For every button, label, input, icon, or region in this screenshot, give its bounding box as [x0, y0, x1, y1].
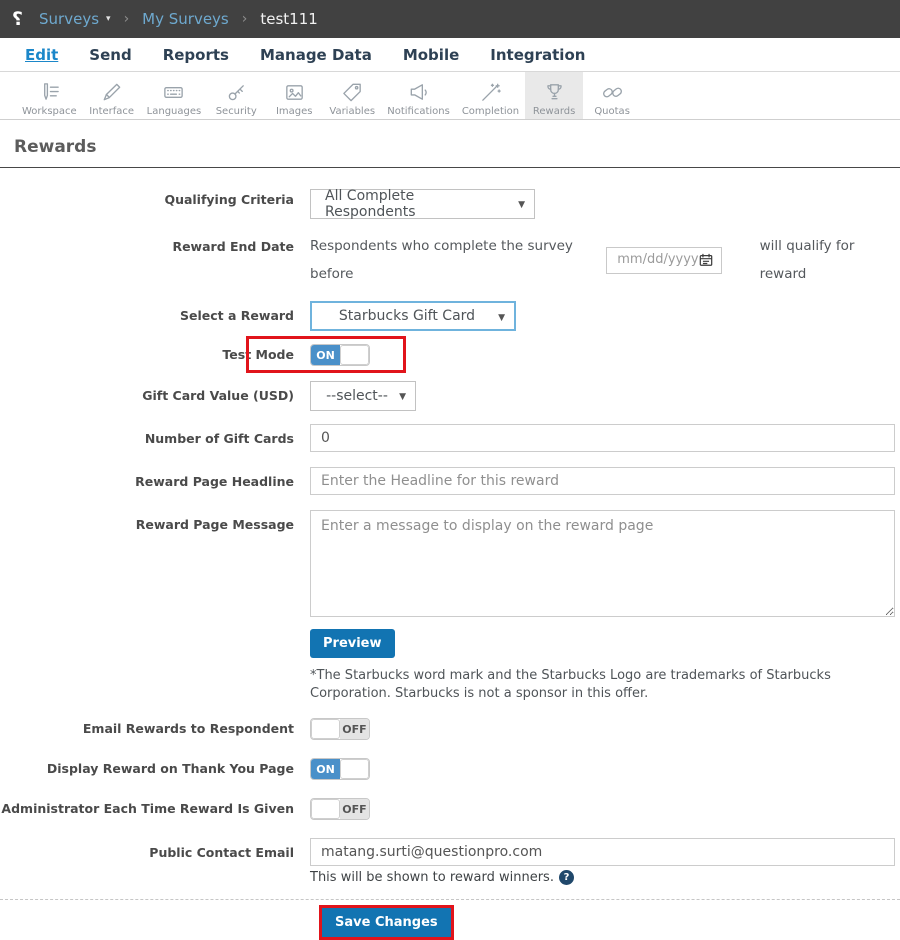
breadcrumb-separator: ›: [123, 11, 130, 27]
qualifying-criteria-row: Qualifying Criteria All Complete Respond…: [0, 185, 900, 220]
reward-end-date-row: Reward End Date Respondents who complete…: [0, 232, 900, 288]
email-rewards-label: Email Rewards to Respondent: [82, 721, 294, 737]
headline-row: Reward Page Headline: [0, 467, 900, 497]
toggle-knob: [340, 759, 369, 780]
menu-item-mobile[interactable]: Mobile: [403, 46, 459, 64]
tab-images[interactable]: Images: [265, 72, 323, 119]
tab-rewards[interactable]: Rewards: [525, 72, 584, 119]
end-date-prefix-text: Respondents who complete the survey befo…: [310, 238, 573, 282]
breadcrumb-my-surveys[interactable]: My Surveys: [142, 10, 229, 28]
completion-icon: [482, 83, 501, 101]
select-reward-row: Select a Reward Starbucks Gift Card ▼: [0, 301, 900, 331]
breadcrumb-surveys[interactable]: Surveys: [39, 10, 99, 28]
public-email-row: Public Contact Email This will be shown …: [0, 838, 900, 886]
select-reward-select[interactable]: Starbucks Gift Card ▼: [310, 301, 516, 331]
menu-item-integration[interactable]: Integration: [490, 46, 585, 64]
test-mode-row: Test Mode ON: [0, 336, 900, 373]
save-changes-button[interactable]: Save Changes: [322, 908, 451, 938]
questionpro-logo-icon[interactable]: ?: [12, 8, 23, 30]
public-email-input[interactable]: [310, 838, 895, 867]
settings-toolbar: Workspace Interface Languages Security I…: [0, 72, 900, 120]
message-textarea[interactable]: [310, 510, 895, 617]
menu-bar: Edit Send Reports Manage Data Mobile Int…: [0, 38, 900, 72]
num-gift-cards-input[interactable]: [310, 424, 895, 452]
public-email-help-text: This will be shown to reward winners.: [310, 870, 554, 886]
quotas-icon: [602, 87, 622, 98]
tab-security[interactable]: Security: [207, 72, 265, 119]
message-row: Reward Page Message: [0, 510, 900, 621]
end-date-suffix-text: will qualify for reward: [759, 238, 855, 282]
display-reward-label: Display Reward on Thank You Page: [46, 761, 294, 777]
help-icon[interactable]: ?: [558, 870, 574, 886]
tab-quotas[interactable]: Quotas: [583, 72, 641, 119]
gift-card-value-label: Gift Card Value (USD): [142, 388, 294, 403]
display-reward-row: Display Reward on Thank You Page ON: [0, 758, 900, 781]
end-date-input[interactable]: mm/dd/yyyy: [606, 246, 722, 274]
security-icon: [228, 85, 244, 101]
notifications-icon: [410, 84, 427, 100]
public-email-label: Public Contact Email: [149, 845, 294, 861]
dropdown-caret-icon: ▼: [518, 200, 525, 210]
toggle-knob: [311, 719, 340, 740]
starbucks-disclaimer-text: *The Starbucks word mark and the Starbuc…: [310, 668, 831, 701]
page-title: Rewards: [14, 137, 97, 157]
annotation-box-save: Save Changes: [319, 905, 454, 940]
chevron-down-icon[interactable]: ▾: [106, 14, 111, 24]
qualifying-criteria-select[interactable]: All Complete Respondents ▼: [310, 188, 535, 220]
display-reward-toggle[interactable]: ON: [310, 758, 370, 781]
reward-end-date-label: Reward End Date: [172, 239, 294, 254]
variables-icon: [342, 83, 361, 102]
images-icon: [285, 85, 303, 100]
disclaimer-row: *The Starbucks word mark and the Starbuc…: [0, 667, 900, 702]
tab-languages[interactable]: Languages: [141, 72, 208, 119]
headline-input[interactable]: [310, 467, 895, 495]
interface-icon: [103, 83, 121, 101]
gift-card-value-row: Gift Card Value (USD) --select-- ▼: [0, 381, 900, 411]
languages-icon: [164, 87, 184, 98]
tab-interface[interactable]: Interface: [83, 72, 141, 119]
tab-variables[interactable]: Variables: [323, 72, 381, 119]
qualifying-criteria-label: Qualifying Criteria: [164, 192, 294, 207]
headline-label: Reward Page Headline: [135, 474, 294, 489]
gift-card-value-select[interactable]: --select-- ▼: [310, 381, 416, 411]
menu-item-manage-data[interactable]: Manage Data: [260, 46, 372, 64]
email-admin-row: Email Survey Administrator Each Time Rew…: [0, 798, 900, 821]
top-bar: ? Surveys ▾ › My Surveys › test111: [0, 0, 900, 38]
toggle-knob: [340, 345, 369, 365]
tab-notifications[interactable]: Notifications: [381, 72, 456, 119]
menu-item-reports[interactable]: Reports: [163, 46, 229, 64]
toggle-knob: [311, 799, 340, 820]
calendar-icon[interactable]: [699, 253, 713, 267]
tab-completion[interactable]: Completion: [456, 72, 525, 119]
select-reward-label: Select a Reward: [180, 308, 294, 323]
email-rewards-toggle[interactable]: OFF: [310, 718, 370, 741]
tab-workspace[interactable]: Workspace: [16, 72, 83, 119]
email-admin-toggle[interactable]: OFF: [310, 798, 370, 821]
test-mode-label: Test Mode: [222, 347, 294, 362]
breadcrumb-separator: ›: [241, 11, 248, 27]
dropdown-caret-icon: ▼: [498, 313, 505, 323]
num-gift-cards-label: Number of Gift Cards: [144, 431, 294, 446]
breadcrumb-survey-name: test111: [260, 10, 318, 28]
test-mode-toggle[interactable]: ON: [310, 344, 370, 366]
email-admin-label: Email Survey Administrator Each Time Rew…: [0, 801, 294, 817]
email-rewards-row: Email Rewards to Respondent OFF: [0, 718, 900, 741]
rewards-form: Qualifying Criteria All Complete Respond…: [0, 168, 900, 940]
preview-row: Preview: [0, 629, 900, 658]
menu-item-edit[interactable]: Edit: [25, 46, 58, 64]
menu-item-send[interactable]: Send: [89, 46, 131, 64]
num-gift-cards-row: Number of Gift Cards: [0, 424, 900, 454]
rewards-icon: [546, 84, 562, 100]
preview-button[interactable]: Preview: [310, 629, 395, 658]
dashed-divider: [0, 899, 900, 901]
dropdown-caret-icon: ▼: [399, 392, 406, 402]
message-label: Reward Page Message: [135, 517, 294, 532]
workspace-icon: [43, 83, 59, 100]
